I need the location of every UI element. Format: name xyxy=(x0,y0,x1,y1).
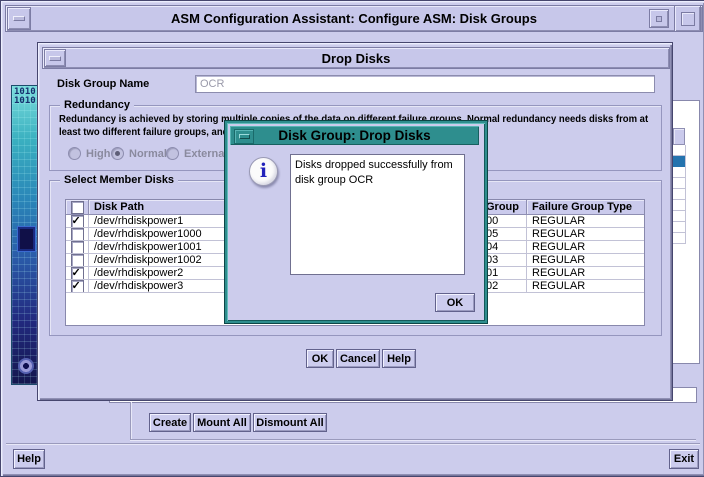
message-text: Disks dropped successfully from disk gro… xyxy=(295,159,453,186)
message-dialog: Disk Group: Drop Disks i Disks dropped s… xyxy=(225,121,487,323)
checkbox-cell[interactable] xyxy=(66,241,89,254)
background-table-selected-row xyxy=(673,156,685,167)
main-window-title: ASM Configuration Assistant: Configure A… xyxy=(171,11,537,26)
failure-group-type-cell: REGULAR xyxy=(527,241,644,254)
checkbox-cell[interactable] xyxy=(66,215,89,228)
failure-group-type-cell: REGULAR xyxy=(527,215,644,228)
dialog-cancel-button[interactable]: Cancel xyxy=(336,349,380,368)
failure-group-type-cell: REGULAR xyxy=(527,254,644,267)
row-checkbox[interactable] xyxy=(70,228,84,240)
message-text-box: Disks dropped successfully from disk gro… xyxy=(290,154,465,275)
member-disks-group-label: Select Member Disks xyxy=(60,174,179,186)
checkbox-cell[interactable] xyxy=(66,254,89,267)
wizard-side-graphic: 1010 1010 xyxy=(11,85,40,385)
mount-all-button[interactable]: Mount All xyxy=(193,413,251,432)
checkbox-cell[interactable] xyxy=(66,267,89,280)
asm-main-window: ASM Configuration Assistant: Configure A… xyxy=(0,0,704,477)
message-dialog-title-bar: Disk Group: Drop Disks xyxy=(230,126,479,145)
button-panel-bottom-edge xyxy=(130,439,696,440)
message-ok-button[interactable]: OK xyxy=(435,293,475,312)
minimize-icon xyxy=(238,134,250,139)
row-checkbox[interactable] xyxy=(70,241,84,253)
failure-group-cell: 02 xyxy=(482,280,527,293)
main-title-bar: ASM Configuration Assistant: Configure A… xyxy=(5,5,703,32)
maximize-square-icon xyxy=(680,11,695,26)
window-menu-button[interactable] xyxy=(7,7,31,30)
failure-group-header[interactable]: Group xyxy=(482,200,527,215)
radio-high: High xyxy=(68,147,110,160)
radio-external-icon xyxy=(166,147,179,160)
disk-group-name-label: Disk Group Name xyxy=(57,78,150,90)
failure-group-cell: 05 xyxy=(482,228,527,241)
dismount-all-button[interactable]: Dismount All xyxy=(253,413,327,432)
background-diskgroups-table-fragment[interactable] xyxy=(672,100,700,364)
failure-group-type-cell: REGULAR xyxy=(527,280,644,293)
button-panel-left-edge xyxy=(130,402,131,439)
create-button[interactable]: Create xyxy=(149,413,191,432)
radio-normal-label: Normal xyxy=(129,147,167,160)
maximize-button[interactable] xyxy=(674,5,701,32)
radio-normal: Normal xyxy=(111,147,167,160)
row-checkbox[interactable] xyxy=(70,267,84,279)
failure-group-cell: 01 xyxy=(482,267,527,280)
minimize-icon xyxy=(13,16,25,21)
failure-group-cell: 04 xyxy=(482,241,527,254)
main-help-button[interactable]: Help xyxy=(13,449,45,469)
checkbox-cell[interactable] xyxy=(66,228,89,241)
disk-group-name-input xyxy=(195,75,655,93)
radio-normal-icon xyxy=(111,147,124,160)
minimize-icon xyxy=(49,55,61,61)
select-all-header-cell[interactable] xyxy=(66,200,89,215)
failure-group-cell: 00 xyxy=(482,215,527,228)
message-dialog-menu-button[interactable] xyxy=(234,129,254,144)
failure-group-type-cell: REGULAR xyxy=(527,267,644,280)
drop-disks-title-bar: Drop Disks xyxy=(42,47,670,69)
minimize-dot-icon xyxy=(656,15,662,22)
failure-group-type-header[interactable]: Failure Group Type xyxy=(527,200,644,215)
checkbox-cell[interactable] xyxy=(66,280,89,293)
minimize-button[interactable] xyxy=(649,9,669,28)
radio-high-icon xyxy=(68,147,81,160)
row-checkbox[interactable] xyxy=(70,254,84,266)
disc-graphic-icon xyxy=(18,358,34,374)
main-footer-separator xyxy=(6,443,700,444)
drop-disks-menu-button[interactable] xyxy=(44,49,66,67)
background-table-header-fragment xyxy=(673,128,685,145)
redundancy-group-label: Redundancy xyxy=(60,99,135,111)
row-checkbox[interactable] xyxy=(70,215,84,227)
drop-disks-title: Drop Disks xyxy=(321,50,391,66)
info-i-glyph: i xyxy=(259,160,268,182)
radio-high-label: High xyxy=(86,147,111,160)
message-dialog-title: Disk Group: Drop Disks xyxy=(278,128,431,143)
dialog-help-button[interactable]: Help xyxy=(382,349,416,368)
exit-button[interactable]: Exit xyxy=(669,449,699,469)
failure-group-cell: 03 xyxy=(482,254,527,267)
chip-graphic-icon xyxy=(17,226,36,252)
row-checkbox[interactable] xyxy=(70,280,84,292)
failure-group-type-cell: REGULAR xyxy=(527,228,644,241)
dialog-ok-button[interactable]: OK xyxy=(306,349,334,368)
info-icon: i xyxy=(249,157,278,186)
select-all-checkbox[interactable] xyxy=(70,200,84,214)
